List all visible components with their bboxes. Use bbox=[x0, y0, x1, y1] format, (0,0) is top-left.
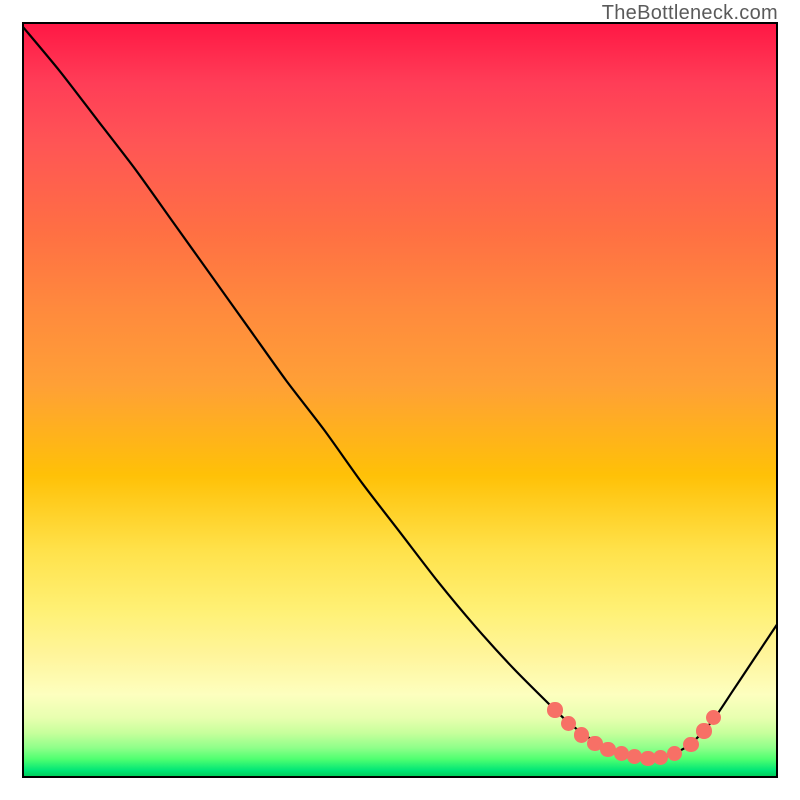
highlight-dot bbox=[614, 746, 629, 761]
highlight-dot bbox=[627, 749, 642, 764]
highlight-dot bbox=[587, 736, 602, 751]
highlight-dot bbox=[561, 716, 576, 731]
plot-area bbox=[22, 22, 778, 778]
dots-layer bbox=[22, 22, 778, 778]
highlight-dot bbox=[547, 702, 562, 717]
highlight-dot bbox=[653, 750, 668, 765]
highlight-dot bbox=[667, 746, 682, 761]
highlight-dot bbox=[683, 737, 698, 752]
highlight-dot bbox=[696, 723, 711, 738]
highlight-dot bbox=[706, 710, 721, 725]
highlight-dot bbox=[640, 751, 655, 766]
highlight-dot bbox=[574, 727, 589, 742]
highlight-dot bbox=[600, 742, 615, 757]
chart-stage: TheBottleneck.com bbox=[0, 0, 800, 800]
